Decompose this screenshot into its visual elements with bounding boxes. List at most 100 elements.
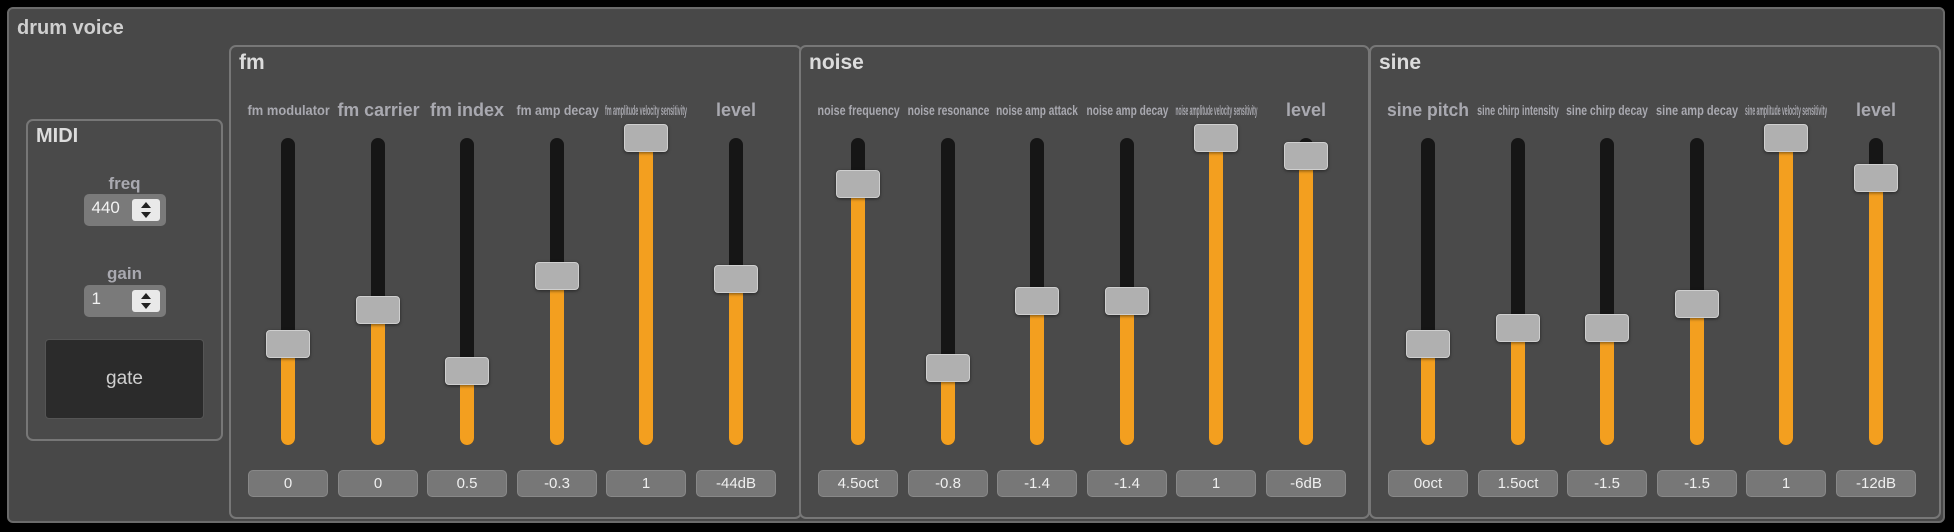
noise-noise-frequency-label: noise frequency: [817, 102, 899, 118]
slider-handle[interactable]: [1675, 290, 1719, 318]
sine-sine-chirp-intensity-label: sine chirp intensity: [1477, 102, 1559, 118]
slider-fill: [371, 310, 385, 445]
sine-sine-amp-decay-label: sine amp decay: [1656, 102, 1738, 118]
slider-fill: [1511, 328, 1525, 445]
slider-fill: [1600, 328, 1614, 445]
gain-value: 1: [91, 289, 101, 308]
freq-spinner[interactable]: [131, 199, 160, 221]
fm-fm-modulator-value[interactable]: 0: [248, 470, 328, 497]
slider-handle[interactable]: [624, 124, 668, 152]
sine-sine-chirp-intensity-slider[interactable]: [1511, 138, 1525, 445]
noise-noise-amp-attack-label: noise amp attack: [996, 102, 1078, 118]
slider-handle[interactable]: [445, 357, 489, 385]
slider-fill: [1030, 301, 1044, 445]
sine-title: sine: [1379, 51, 1422, 74]
sine-sine-amp-decay-value[interactable]: -1.5: [1657, 470, 1737, 497]
gate-button[interactable]: gate: [45, 339, 204, 419]
noise-noise-frequency-value[interactable]: 4.5oct: [818, 470, 898, 497]
noise-noise-resonance-value[interactable]: -0.8: [908, 470, 988, 497]
fm-fm-index-value[interactable]: 0.5: [427, 470, 507, 497]
fm-fm-amplitude-velocity-sensitivity-value[interactable]: 1: [606, 470, 686, 497]
fm-fm-amplitude-velocity-sensitivity-label: fm amplitude velocity sensitivity: [605, 102, 687, 118]
noise-panel: noise noise frequency 4.5oct noise resonan…: [799, 45, 1370, 519]
slider-handle[interactable]: [1194, 124, 1238, 152]
fm-fm-modulator-slider[interactable]: [281, 138, 295, 445]
noise-title: noise: [809, 51, 864, 74]
noise-level-label: level: [1286, 100, 1326, 120]
slider-fill: [550, 276, 564, 445]
sine-sine-pitch-slider[interactable]: [1421, 138, 1435, 445]
fm-fm-amp-decay-slider[interactable]: [550, 138, 564, 445]
slider-handle[interactable]: [1764, 124, 1808, 152]
slider-fill: [729, 279, 743, 445]
slider-fill: [1299, 156, 1313, 445]
slider-handle[interactable]: [1496, 314, 1540, 342]
drum-voice-window: drum voice MIDI freq 440 gain 1 gate fm …: [7, 7, 1945, 523]
sine-sine-chirp-decay-value[interactable]: -1.5: [1567, 470, 1647, 497]
fm-fm-index-label: fm index: [430, 100, 504, 120]
fm-fm-amplitude-velocity-sensitivity-slider[interactable]: [639, 138, 653, 445]
fm-fm-modulator-label: fm modulator: [247, 102, 329, 118]
spin-down-icon[interactable]: [140, 303, 151, 309]
sine-sine-chirp-decay-label: sine chirp decay: [1566, 102, 1648, 118]
noise-noise-resonance-slider[interactable]: [941, 138, 955, 445]
midi-panel: MIDI freq 440 gain 1 gate: [26, 119, 223, 441]
fm-fm-carrier-value[interactable]: 0: [338, 470, 418, 497]
freq-label: freq: [108, 174, 141, 193]
fm-fm-carrier-slider[interactable]: [371, 138, 385, 445]
midi-title: MIDI: [36, 125, 79, 147]
slider-handle[interactable]: [1284, 142, 1328, 170]
slider-handle[interactable]: [356, 296, 400, 324]
fm-level-value[interactable]: -44dB: [696, 470, 776, 497]
sine-sine-amplitude-velocity-sensitivity-label: sine amplitude velocity sensitivity: [1744, 102, 1828, 118]
freq-value: 440: [91, 198, 120, 217]
fm-fm-amp-decay-label: fm amp decay: [515, 102, 599, 118]
slider-fill: [851, 184, 865, 445]
slider-fill: [281, 344, 295, 445]
slider-handle[interactable]: [266, 330, 310, 358]
noise-noise-amplitude-velocity-sensitivity-value[interactable]: 1: [1176, 470, 1256, 497]
fm-level-label: level: [716, 100, 756, 120]
slider-handle[interactable]: [535, 262, 579, 290]
noise-level-slider[interactable]: [1299, 138, 1313, 445]
sine-level-label: level: [1856, 100, 1896, 120]
sine-level-value[interactable]: -12dB: [1836, 470, 1916, 497]
slider-handle[interactable]: [1406, 330, 1450, 358]
sine-sine-chirp-decay-slider[interactable]: [1600, 138, 1614, 445]
fm-fm-index-slider[interactable]: [460, 138, 474, 445]
noise-noise-amplitude-velocity-sensitivity-label: noise amplitude velocity sensitivity: [1174, 102, 1258, 118]
noise-noise-amp-attack-value[interactable]: -1.4: [997, 470, 1077, 497]
slider-handle[interactable]: [926, 354, 970, 382]
freq-number-box[interactable]: 440: [83, 194, 166, 226]
slider-fill: [1421, 344, 1435, 445]
noise-noise-resonance-label: noise resonance: [907, 102, 989, 118]
slider-fill: [1869, 178, 1883, 445]
noise-noise-amp-decay-value[interactable]: -1.4: [1087, 470, 1167, 497]
sine-panel: sine sine pitch 0oct sine chirp intensity 1…: [1369, 45, 1941, 519]
slider-handle[interactable]: [1015, 287, 1059, 315]
noise-noise-amplitude-velocity-sensitivity-slider[interactable]: [1209, 138, 1223, 445]
gain-number-box[interactable]: 1: [83, 285, 166, 317]
fm-title: fm: [239, 51, 265, 74]
noise-level-value[interactable]: -6dB: [1266, 470, 1346, 497]
sine-sine-chirp-intensity-value[interactable]: 1.5oct: [1478, 470, 1558, 497]
slider-handle[interactable]: [1585, 314, 1629, 342]
slider-handle[interactable]: [1854, 164, 1898, 192]
slider-handle[interactable]: [836, 170, 880, 198]
slider-fill: [639, 138, 653, 445]
spin-up-icon[interactable]: [140, 293, 151, 299]
spin-down-icon[interactable]: [140, 212, 151, 218]
slider-handle[interactable]: [714, 265, 758, 293]
slider-fill: [1779, 138, 1793, 445]
gain-spinner[interactable]: [131, 290, 160, 312]
window-title: drum voice: [17, 17, 124, 39]
sine-sine-amplitude-velocity-sensitivity-value[interactable]: 1: [1746, 470, 1826, 497]
fm-fm-amp-decay-value[interactable]: -0.3: [517, 470, 597, 497]
slider-handle[interactable]: [1105, 287, 1149, 315]
spin-up-icon[interactable]: [140, 202, 151, 208]
noise-noise-amp-decay-label: noise amp decay: [1086, 102, 1168, 118]
sine-sine-amplitude-velocity-sensitivity-slider[interactable]: [1779, 138, 1793, 445]
sine-sine-pitch-value[interactable]: 0oct: [1388, 470, 1468, 497]
gain-label: gain: [107, 264, 142, 283]
slider-fill: [1120, 301, 1134, 445]
